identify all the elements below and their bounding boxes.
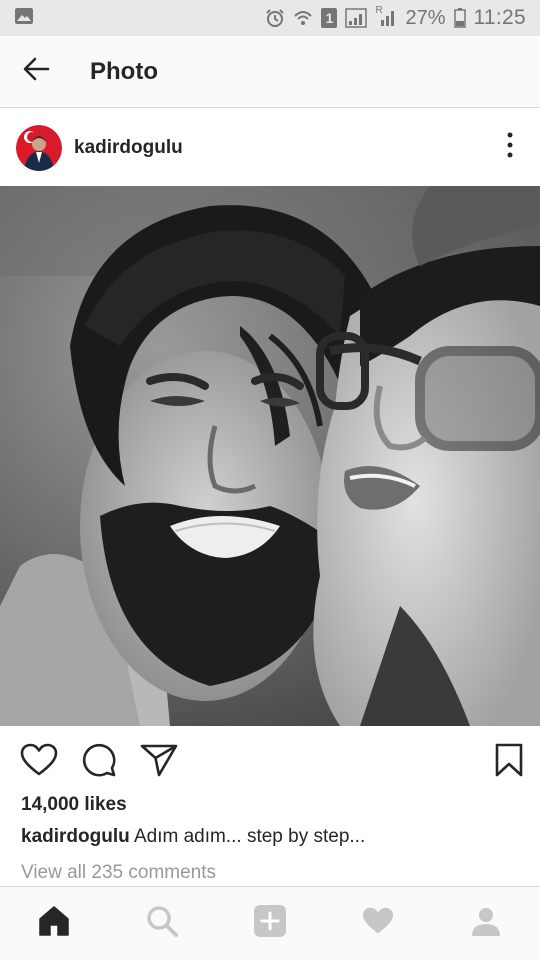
more-vertical-icon [506,132,514,163]
more-options-button[interactable] [492,125,528,171]
comment-button[interactable] [78,741,120,783]
like-button[interactable] [18,741,60,783]
post-caption: kadirdogulu Adım adım... step by step... [21,826,365,848]
status-bar: 1 R 27% 11:25 [0,0,540,36]
likes-count[interactable]: 14,000 likes [21,794,127,816]
profile-icon [470,905,502,942]
signal-icon [345,8,368,28]
search-icon [146,905,178,942]
page-title: Photo [90,57,158,85]
nav-add-post-button[interactable] [240,894,300,954]
post-username[interactable]: kadirdogulu [74,137,492,159]
share-icon [140,743,178,782]
roaming-label: R [375,5,383,16]
post-header: kadirdogulu [0,109,540,186]
activity-icon [361,906,395,941]
bookmark-icon [495,743,523,782]
arrow-left-icon [22,55,50,88]
battery-percent: 27% [405,6,446,29]
comment-icon [81,742,117,783]
avatar[interactable] [16,124,62,171]
battery-icon [453,8,466,28]
status-left [14,7,34,30]
view-comments-link[interactable]: View all 235 comments [21,862,216,884]
status-time: 11:25 [473,6,526,29]
app-bar: Photo [0,36,540,108]
heart-icon [20,743,58,782]
post-actions [0,738,540,786]
share-button[interactable] [138,741,180,783]
nav-profile-button[interactable] [456,894,516,954]
post-photo[interactable] [0,186,540,726]
nav-home-button[interactable] [24,894,84,954]
caption-text: Adım adım... step by step... [129,826,366,847]
back-button[interactable] [0,36,72,108]
home-icon [38,905,70,942]
add-post-icon [253,904,287,943]
sim-icon: 1 [321,8,338,28]
bookmark-button[interactable] [488,741,530,783]
alarm-icon [265,8,285,28]
wifi-icon [293,8,313,28]
nav-activity-button[interactable] [348,894,408,954]
nav-search-button[interactable] [132,894,192,954]
photo-image [0,186,540,726]
bottom-nav [0,886,540,960]
signal-roaming-icon: R [375,5,397,28]
caption-username[interactable]: kadirdogulu [21,826,130,847]
status-right: 1 R 27% 11:25 [265,5,526,30]
gallery-icon [14,7,34,30]
